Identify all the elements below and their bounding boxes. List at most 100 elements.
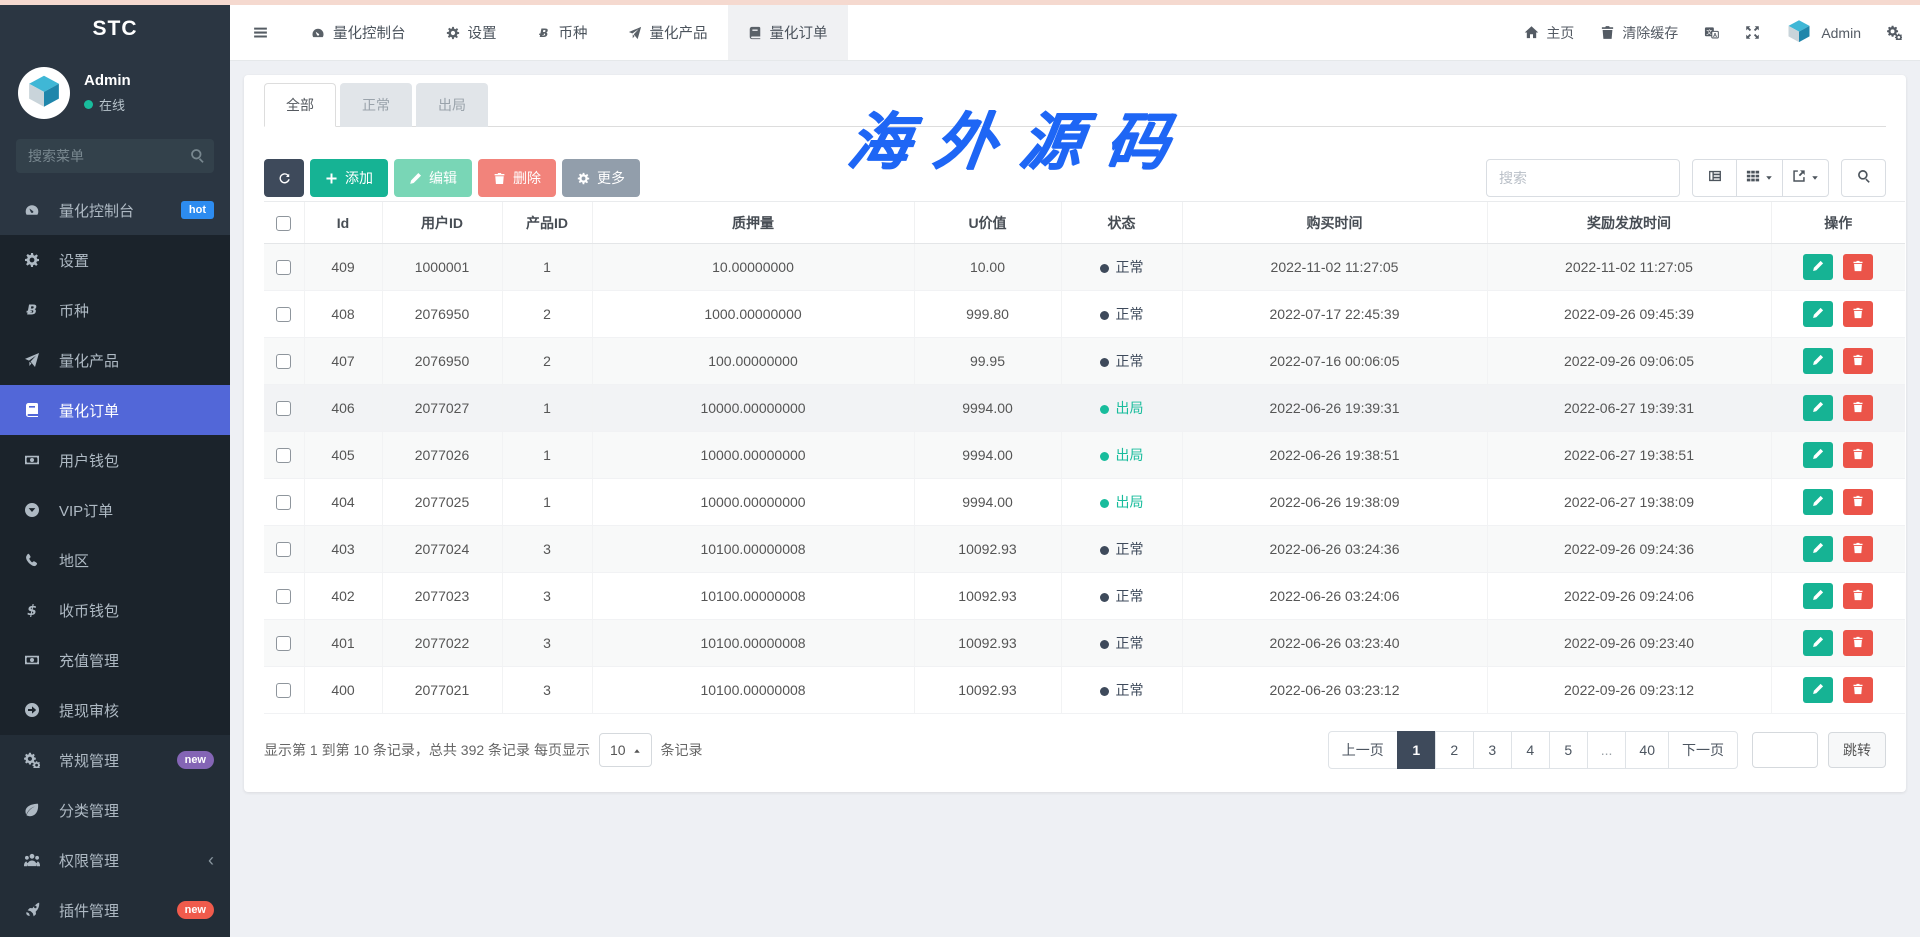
column-header[interactable]: Id: [304, 202, 382, 244]
sidebar-item-提现审核[interactable]: 提现审核: [0, 685, 230, 735]
sidebar-item-币种[interactable]: Ƀ币种: [0, 285, 230, 335]
sidebar-item-量化产品[interactable]: 量化产品: [0, 335, 230, 385]
detail-view-button[interactable]: [1692, 159, 1737, 197]
row-delete-button[interactable]: [1843, 395, 1873, 421]
row-delete-button[interactable]: [1843, 301, 1873, 327]
column-header[interactable]: 用户ID: [382, 202, 502, 244]
cell-pledge: 10000.00000000: [592, 479, 914, 526]
filter-tab-出局[interactable]: 出局: [416, 83, 488, 127]
row-delete-button[interactable]: [1843, 536, 1873, 562]
delete-button[interactable]: 删除: [478, 159, 556, 197]
sidebar-item-充值管理[interactable]: 充值管理: [0, 635, 230, 685]
row-edit-button[interactable]: [1803, 583, 1833, 609]
user-menu[interactable]: Admin: [1786, 20, 1861, 46]
sidebar-item-量化控制台[interactable]: 量化控制台hot: [0, 185, 230, 235]
page-button-5[interactable]: 5: [1549, 731, 1588, 769]
row-edit-button[interactable]: [1803, 301, 1833, 327]
row-edit-button[interactable]: [1803, 254, 1833, 280]
row-checkbox[interactable]: [276, 636, 291, 651]
page-button-4[interactable]: 4: [1511, 731, 1550, 769]
row-checkbox[interactable]: [276, 683, 291, 698]
fullscreen-icon[interactable]: [1745, 25, 1760, 40]
row-delete-button[interactable]: [1843, 489, 1873, 515]
search-button[interactable]: [1841, 159, 1886, 197]
sidebar-item-收币钱包[interactable]: $收币钱包: [0, 585, 230, 635]
edit-button[interactable]: 编辑: [394, 159, 472, 197]
row-edit-button[interactable]: [1803, 489, 1833, 515]
row-edit-button[interactable]: [1803, 395, 1833, 421]
row-checkbox[interactable]: [276, 354, 291, 369]
row-checkbox[interactable]: [276, 401, 291, 416]
row-checkbox[interactable]: [276, 495, 291, 510]
sidebar-item-设置[interactable]: 设置: [0, 235, 230, 285]
sidebar-item-地区[interactable]: 地区: [0, 535, 230, 585]
nav-tab-设置[interactable]: 设置: [426, 5, 517, 60]
page-button-2[interactable]: 2: [1435, 731, 1474, 769]
settings-icon[interactable]: [1887, 25, 1902, 40]
sidebar-item-权限管理[interactable]: 权限管理‹: [0, 835, 230, 885]
menu-toggle-icon[interactable]: [252, 24, 269, 41]
nav-tab-量化控制台[interactable]: 量化控制台: [291, 5, 426, 60]
row-checkbox[interactable]: [276, 589, 291, 604]
nav-tab-量化产品[interactable]: 量化产品: [608, 5, 728, 60]
page-button-1[interactable]: 1: [1397, 731, 1436, 769]
page-button-40[interactable]: 40: [1625, 731, 1669, 769]
sidebar-item-插件管理[interactable]: 插件管理new: [0, 885, 230, 935]
pencil-icon: [1812, 401, 1824, 416]
row-checkbox[interactable]: [276, 448, 291, 463]
svg-text:Ƀ: Ƀ: [26, 303, 37, 318]
sidebar-item-量化订单[interactable]: 量化订单: [0, 385, 230, 435]
row-delete-button[interactable]: [1843, 348, 1873, 374]
column-header[interactable]: 状态: [1061, 202, 1182, 244]
row-edit-button[interactable]: [1803, 442, 1833, 468]
sidebar-item-VIP订单[interactable]: VIP订单: [0, 485, 230, 535]
page-size-select[interactable]: 10: [599, 733, 652, 767]
row-delete-button[interactable]: [1843, 442, 1873, 468]
row-delete-button[interactable]: [1843, 677, 1873, 703]
clear-cache-link[interactable]: 清除缓存: [1600, 23, 1678, 43]
column-header[interactable]: 操作: [1771, 202, 1905, 244]
row-edit-button[interactable]: [1803, 677, 1833, 703]
row-delete-button[interactable]: [1843, 630, 1873, 656]
row-delete-button[interactable]: [1843, 254, 1873, 280]
column-header[interactable]: 购买时间: [1182, 202, 1487, 244]
sidebar-item-分类管理[interactable]: 分类管理: [0, 785, 230, 835]
row-checkbox[interactable]: [276, 260, 291, 275]
page-jump-input[interactable]: [1752, 732, 1818, 768]
row-edit-button[interactable]: [1803, 348, 1833, 374]
columns-button[interactable]: [1736, 159, 1783, 197]
row-edit-button[interactable]: [1803, 536, 1833, 562]
column-header[interactable]: 产品ID: [502, 202, 592, 244]
row-delete-button[interactable]: [1843, 583, 1873, 609]
page-button-...[interactable]: ...: [1587, 731, 1627, 769]
table-search-input[interactable]: [1486, 159, 1680, 197]
row-checkbox[interactable]: [276, 307, 291, 322]
nav-tab-量化订单[interactable]: 量化订单: [728, 5, 848, 60]
select-all-checkbox[interactable]: [276, 216, 291, 231]
next-page-button[interactable]: 下一页: [1668, 731, 1738, 769]
page-jump-button[interactable]: 跳转: [1828, 732, 1886, 768]
avatar[interactable]: [18, 67, 70, 119]
column-header[interactable]: U价值: [914, 202, 1061, 244]
row-checkbox[interactable]: [276, 542, 291, 557]
home-link[interactable]: 主页: [1524, 23, 1574, 43]
nav-tab-币种[interactable]: Ƀ币种: [517, 5, 608, 60]
language-icon[interactable]: 文A: [1704, 25, 1719, 40]
sidebar-item-常规管理[interactable]: 常规管理new: [0, 735, 230, 785]
filter-tab-全部[interactable]: 全部: [264, 83, 336, 127]
prev-page-button[interactable]: 上一页: [1328, 731, 1398, 769]
cell-pledge: 10000.00000000: [592, 385, 914, 432]
export-button[interactable]: [1782, 159, 1829, 197]
sidebar-search-input[interactable]: [16, 139, 214, 173]
refresh-button[interactable]: [264, 159, 304, 197]
column-header[interactable]: 奖励发放时间: [1487, 202, 1771, 244]
sidebar-top-section: STC Admin 在线 量化控制台hot: [0, 0, 230, 235]
sidebar-item-用户钱包[interactable]: 用户钱包: [0, 435, 230, 485]
row-edit-button[interactable]: [1803, 630, 1833, 656]
column-header[interactable]: 质押量: [592, 202, 914, 244]
add-button[interactable]: 添加: [310, 159, 388, 197]
more-button[interactable]: 更多: [562, 159, 640, 197]
table-row: 404 2077025 1 10000.00000000 9994.00 出局 …: [264, 479, 1905, 526]
filter-tab-正常[interactable]: 正常: [340, 83, 412, 127]
page-button-3[interactable]: 3: [1473, 731, 1512, 769]
